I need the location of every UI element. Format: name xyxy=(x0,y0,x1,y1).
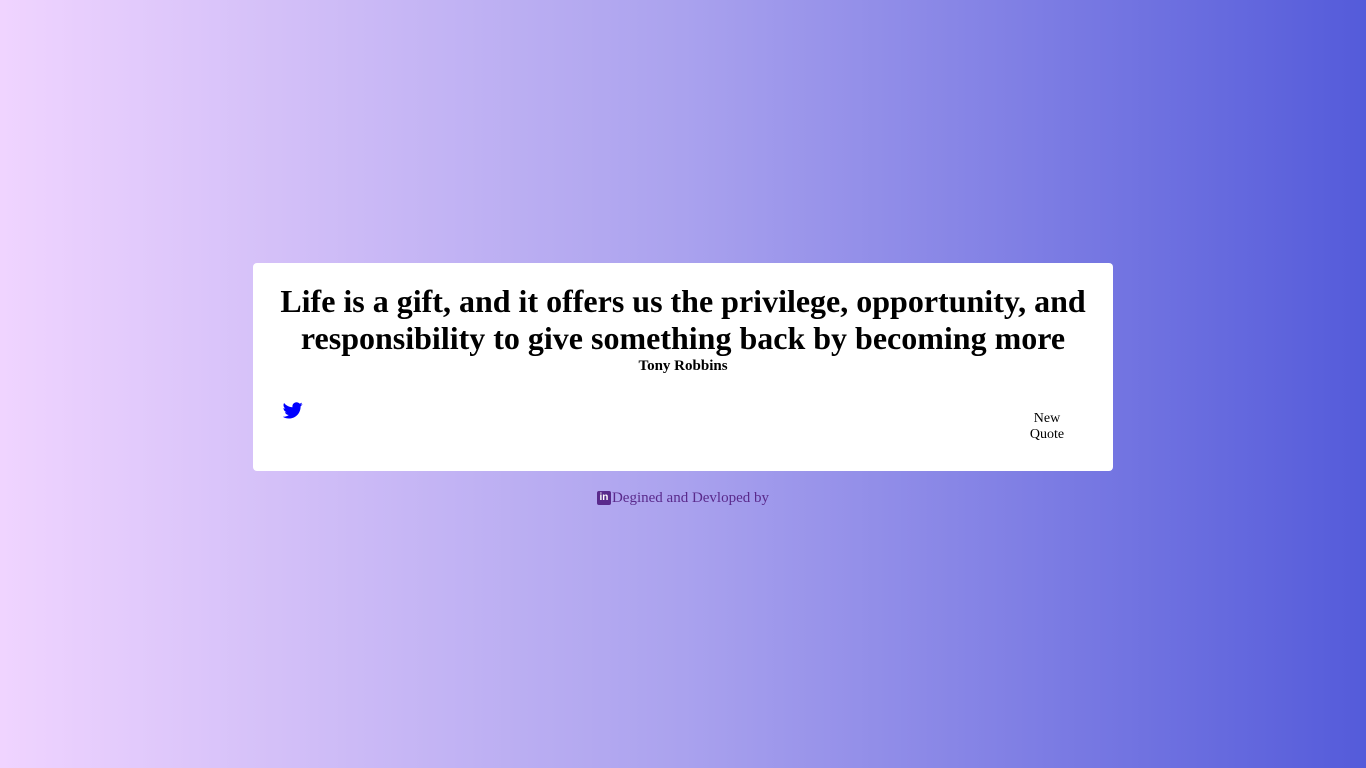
footer-link[interactable]: in Degined and Devloped by xyxy=(596,489,770,507)
quote-text: Life is a gift, and it offers us the pri… xyxy=(280,283,1086,356)
twitter-icon xyxy=(283,402,305,419)
footer-text: Degined and Devloped by xyxy=(611,490,770,506)
quote-author: Tony Robbins xyxy=(638,358,728,374)
linkedin-icon: in xyxy=(596,491,611,505)
footer: in Degined and Devloped by xyxy=(0,487,1366,507)
tweet-button[interactable] xyxy=(283,402,305,422)
quote-card: Life is a gift, and it offers us the pri… xyxy=(253,263,1113,471)
new-quote-button[interactable]: New Quote xyxy=(1021,411,1073,443)
